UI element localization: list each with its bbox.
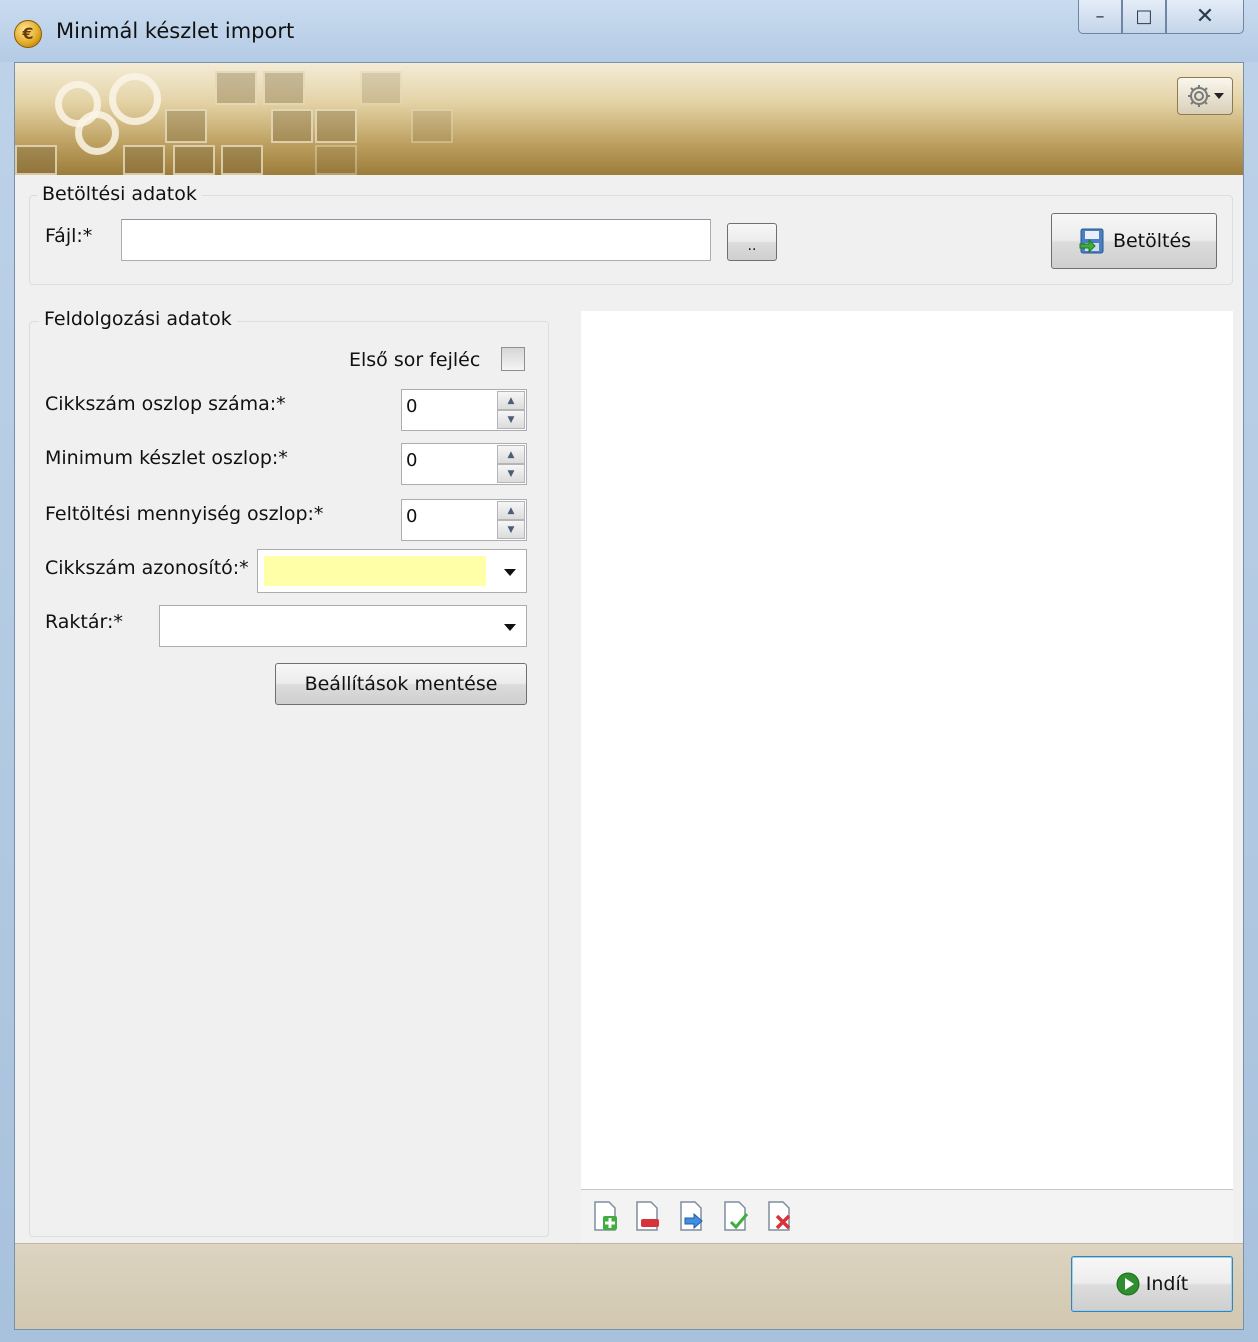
maximize-icon: □ — [1135, 6, 1153, 27]
item-column-spinner[interactable]: 0 ▲ ▼ — [401, 389, 527, 431]
app-coin-icon[interactable]: € — [14, 20, 42, 48]
browse-file-button[interactable]: .. — [727, 223, 777, 261]
file-path-input[interactable] — [121, 219, 711, 261]
save-settings-label: Beállítások mentése — [304, 673, 498, 695]
min-stock-column-value: 0 — [406, 450, 418, 471]
min-stock-column-spinner[interactable]: 0 ▲ ▼ — [401, 443, 527, 485]
gear-icon — [1188, 85, 1210, 107]
first-row-header-label: Első sor fejléc — [349, 349, 481, 371]
spin-up-button[interactable]: ▲ — [497, 445, 525, 464]
banner-tile-decoration — [315, 109, 357, 143]
min-stock-column-label: Minimum készlet oszlop:* — [45, 447, 288, 469]
footer-bar: Indít — [15, 1243, 1243, 1329]
banner-tile-decoration — [315, 145, 357, 175]
chevron-down-icon — [504, 569, 516, 576]
spin-down-button[interactable]: ▼ — [497, 520, 525, 539]
item-column-label: Cikkszám oszlop száma:* — [45, 393, 286, 415]
import-data-grid[interactable] — [581, 311, 1233, 1189]
banner-tile-decoration — [165, 109, 207, 143]
remove-row-icon[interactable] — [633, 1200, 661, 1232]
spinner-arrows: ▲ ▼ — [497, 501, 525, 539]
maximize-button[interactable]: □ — [1122, 0, 1166, 34]
add-row-icon[interactable] — [591, 1200, 619, 1232]
play-icon — [1116, 1272, 1140, 1296]
banner-tile-decoration — [215, 71, 257, 105]
minimize-icon: – — [1095, 6, 1105, 27]
warehouse-label: Raktár:* — [45, 611, 123, 633]
window-title: Minimál készlet import — [56, 19, 295, 43]
start-button-label: Indít — [1145, 1273, 1189, 1295]
chevron-down-icon — [504, 624, 516, 631]
header-banner — [15, 63, 1243, 175]
spin-up-button[interactable]: ▲ — [497, 391, 525, 410]
item-identifier-label: Cikkszám azonosító:* — [45, 557, 249, 579]
banner-tile-decoration — [263, 71, 305, 105]
warehouse-combobox[interactable] — [159, 605, 527, 647]
save-settings-button[interactable]: Beállítások mentése — [275, 663, 527, 705]
grid-toolbar — [581, 1189, 1233, 1242]
refill-qty-column-spinner[interactable]: 0 ▲ ▼ — [401, 499, 527, 541]
banner-tile-decoration — [173, 145, 215, 175]
banner-tile-decoration — [411, 109, 453, 143]
client-area: Betöltési adatok Fájl:* .. Betöltés Feld… — [14, 62, 1244, 1330]
processing-data-legend: Feldolgozási adatok — [39, 308, 237, 330]
spinner-arrows: ▲ ▼ — [497, 445, 525, 483]
banner-tile-decoration — [271, 109, 313, 143]
load-disk-icon — [1079, 228, 1104, 254]
minimize-button[interactable]: – — [1078, 0, 1122, 34]
item-identifier-combobox[interactable] — [257, 549, 527, 593]
banner-ring-decoration — [75, 111, 119, 155]
spin-down-button[interactable]: ▼ — [497, 464, 525, 483]
delete-row-icon[interactable] — [765, 1200, 793, 1232]
banner-ring-decoration — [109, 73, 161, 125]
banner-tile-decoration — [15, 145, 57, 175]
first-row-header-checkbox[interactable] — [501, 347, 525, 371]
spin-up-button[interactable]: ▲ — [497, 501, 525, 520]
item-column-value: 0 — [406, 396, 418, 417]
file-label: Fájl:* — [45, 225, 93, 247]
load-button-label: Betöltés — [1112, 230, 1192, 252]
chevron-down-icon — [1214, 93, 1224, 99]
refill-qty-column-label: Feltöltési mennyiség oszlop:* — [45, 503, 324, 525]
title-bar[interactable]: € Minimál készlet import – □ ✕ — [0, 0, 1258, 62]
edit-row-icon[interactable] — [721, 1200, 749, 1232]
close-button[interactable]: ✕ — [1166, 0, 1244, 34]
close-icon: ✕ — [1195, 4, 1215, 29]
refill-qty-column-value: 0 — [406, 506, 418, 527]
banner-tile-decoration — [123, 145, 165, 175]
app-window: € Minimál készlet import – □ ✕ Betöltési… — [0, 0, 1258, 1342]
settings-menu-button[interactable] — [1177, 77, 1233, 115]
item-identifier-highlight — [264, 556, 486, 586]
move-row-icon[interactable] — [677, 1200, 705, 1232]
spin-down-button[interactable]: ▼ — [497, 410, 525, 429]
browse-label: .. — [747, 238, 757, 254]
start-button[interactable]: Indít — [1071, 1256, 1233, 1312]
banner-tile-decoration — [360, 71, 402, 105]
spinner-arrows: ▲ ▼ — [497, 391, 525, 429]
load-button[interactable]: Betöltés — [1051, 213, 1217, 269]
load-data-legend: Betöltési adatok — [37, 183, 202, 205]
window-controls: – □ ✕ — [1078, 0, 1244, 34]
banner-tile-decoration — [221, 145, 263, 175]
